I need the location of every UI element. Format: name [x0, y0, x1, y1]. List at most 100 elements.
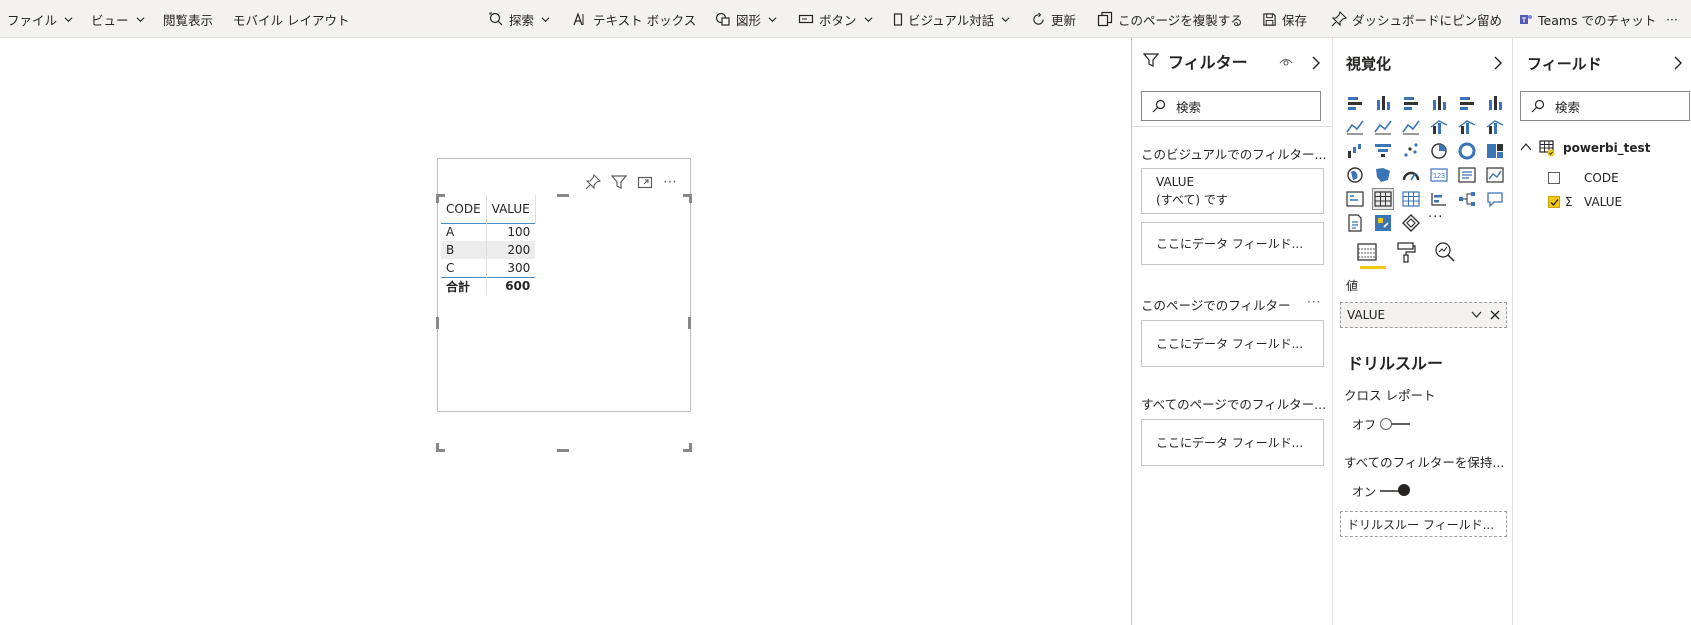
r-visual-glyph: [1431, 193, 1446, 206]
table-icon: [1539, 140, 1555, 157]
stacked-bar-chart-icon[interactable]: [1345, 93, 1365, 113]
field-name-code[interactable]: CODE: [1584, 171, 1619, 185]
visual-filter-drop-well[interactable]: ここにデータ フィールド...: [1141, 222, 1324, 265]
map-icon[interactable]: [1345, 165, 1365, 185]
donut-chart-icon[interactable]: [1457, 141, 1477, 161]
reading-view-button[interactable]: 閲覧表示: [163, 0, 213, 38]
remove-field-close-icon[interactable]: [1490, 310, 1500, 320]
pin-icon[interactable]: [585, 174, 601, 190]
field-name-value[interactable]: VALUE: [1584, 195, 1622, 209]
slicer-icon[interactable]: [1345, 189, 1365, 209]
resize-handle-top-right[interactable]: [683, 194, 692, 203]
filled-map-icon[interactable]: [1373, 165, 1393, 185]
buttons-label: ボタン: [819, 12, 857, 28]
resize-handle-right[interactable]: [688, 317, 691, 329]
resize-handle-top[interactable]: [557, 194, 569, 197]
filters-search-input[interactable]: 検索: [1141, 91, 1321, 121]
ribbon-chart-icon[interactable]: [1485, 117, 1505, 137]
pin-dashboard-button[interactable]: ダッシュボードにピン留め: [1331, 0, 1502, 38]
save-button[interactable]: 保存: [1262, 0, 1307, 38]
buttons-menu[interactable]: ボタン: [798, 0, 873, 38]
cell-value: 100: [507, 225, 531, 240]
card-icon[interactable]: 123: [1429, 165, 1449, 185]
more-options-button[interactable]: ···: [1666, 0, 1678, 38]
line-and-clustered-column-chart-icon[interactable]: [1457, 117, 1477, 137]
teams-chat-button[interactable]: T Teams でのチャット: [1519, 0, 1656, 38]
clustered-bar-chart-icon[interactable]: [1401, 93, 1421, 113]
table-total-row: 合計 600: [441, 276, 536, 295]
resize-handle-bottom[interactable]: [557, 449, 569, 452]
field-checkbox-code[interactable]: [1548, 172, 1560, 184]
shapes-menu[interactable]: 図形: [715, 0, 777, 38]
matrix-icon[interactable]: [1401, 189, 1421, 209]
line-and-column-chart-icon[interactable]: [1429, 117, 1449, 137]
eye-icon[interactable]: [1279, 56, 1293, 68]
resize-handle-bottom-right[interactable]: [683, 443, 692, 452]
resize-handle-left[interactable]: [436, 317, 439, 329]
chevron-down-icon: [541, 16, 550, 22]
drillthrough-field-well[interactable]: ドリルスルー フィールド...: [1340, 511, 1507, 537]
fields-tab-icon[interactable]: [1356, 241, 1378, 263]
kpi-icon[interactable]: [1485, 165, 1505, 185]
stacked-column-chart-icon[interactable]: [1373, 93, 1393, 113]
power-apps-icon[interactable]: [1401, 213, 1421, 233]
filter-card-state: (すべて) です: [1156, 192, 1228, 207]
column-header-value[interactable]: VALUE: [486, 195, 536, 223]
collapse-visualizations-chevron-icon[interactable]: [1493, 56, 1503, 70]
100-stacked-column-chart-icon[interactable]: [1485, 93, 1505, 113]
mobile-layout-button[interactable]: モバイル レイアウト: [233, 0, 349, 38]
duplicate-page-button[interactable]: このページを複製する: [1097, 0, 1243, 38]
fields-search-input[interactable]: 検索: [1520, 91, 1690, 121]
visual-qa-menu[interactable]: ビジュアル対話: [893, 0, 1010, 38]
collapse-fields-chevron-icon[interactable]: [1673, 56, 1683, 70]
multi-row-card-icon[interactable]: [1457, 165, 1477, 185]
chevron-up-icon[interactable]: [1520, 143, 1532, 151]
more-options-icon[interactable]: ⋯: [663, 174, 678, 190]
analytics-magnifier-icon[interactable]: [1434, 241, 1456, 263]
stacked-area-chart-icon[interactable]: [1401, 117, 1421, 137]
table-visual-icon[interactable]: [1372, 188, 1394, 210]
chevron-down-icon[interactable]: [1471, 311, 1482, 319]
format-paint-roller-icon[interactable]: [1395, 241, 1417, 263]
clustered-column-chart-icon[interactable]: [1429, 93, 1449, 113]
visual-filter-card-value[interactable]: VALUE (すべて) です: [1141, 168, 1324, 214]
decomposition-tree-icon[interactable]: [1457, 189, 1477, 209]
scatter-chart-icon[interactable]: [1401, 141, 1421, 161]
ribbon-chart-glyph: [1486, 120, 1504, 134]
qa-visual-icon[interactable]: [1485, 189, 1505, 209]
all-pages-filters-label: すべてのページでのフィルター...: [1141, 397, 1327, 412]
filter-icon[interactable]: [611, 174, 627, 190]
paginated-report-icon[interactable]: [1373, 213, 1393, 233]
funnel-chart-icon[interactable]: [1373, 141, 1393, 161]
table-name[interactable]: powerbi_test: [1563, 141, 1650, 155]
treemap-icon[interactable]: [1485, 141, 1505, 161]
field-checkbox-value[interactable]: [1548, 196, 1560, 208]
text-box-icon: [573, 12, 584, 26]
keep-filters-state: オン: [1352, 485, 1377, 499]
column-header-code[interactable]: CODE: [441, 195, 487, 223]
values-field-well[interactable]: VALUE: [1340, 302, 1507, 328]
r-visual-icon[interactable]: [1429, 189, 1449, 209]
refresh-button[interactable]: 更新: [1031, 0, 1076, 38]
waterfall-chart-glyph: [1348, 144, 1361, 158]
line-chart-icon[interactable]: [1345, 117, 1365, 137]
waterfall-chart-icon[interactable]: [1345, 141, 1365, 161]
100-stacked-bar-chart-icon[interactable]: [1457, 93, 1477, 113]
resize-handle-bottom-left[interactable]: [436, 443, 445, 452]
explore-menu[interactable]: 探索: [488, 0, 550, 38]
collapse-filters-chevron-icon[interactable]: [1311, 56, 1321, 70]
area-chart-icon[interactable]: [1373, 117, 1393, 137]
file-menu[interactable]: ファイル: [7, 0, 73, 38]
text-box-button[interactable]: テキスト ボックス: [572, 0, 696, 38]
view-menu[interactable]: ビュー: [91, 0, 145, 38]
page-filter-drop-well[interactable]: ここにデータ フィールド...: [1141, 320, 1324, 367]
gauge-icon[interactable]: [1401, 165, 1421, 185]
page-filters-more-icon[interactable]: ···: [1307, 295, 1321, 309]
all-pages-filter-drop-well[interactable]: ここにデータ フィールド...: [1141, 419, 1324, 466]
smart-narrative-icon[interactable]: [1345, 213, 1365, 233]
drop-well-placeholder: ここにデータ フィールド...: [1156, 436, 1304, 450]
pie-chart-icon[interactable]: [1429, 141, 1449, 161]
more-visuals-icon[interactable]: ···: [1428, 210, 1443, 225]
cell-code: A: [441, 223, 487, 241]
focus-mode-icon[interactable]: [637, 174, 653, 190]
